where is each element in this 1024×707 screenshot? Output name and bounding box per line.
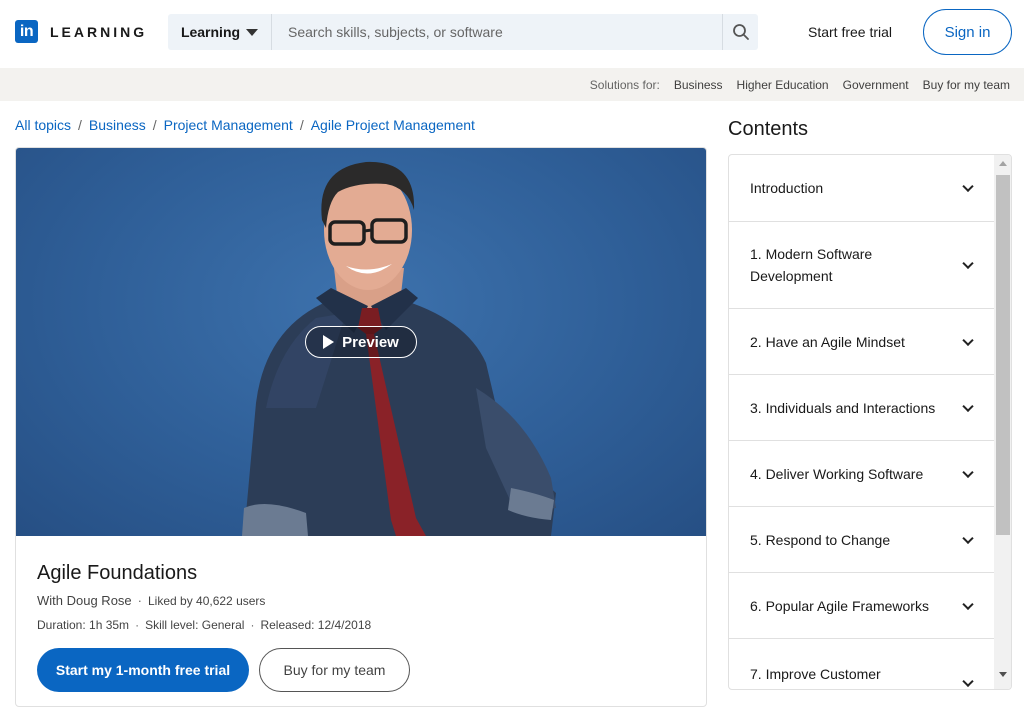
chapter-item-7[interactable]: 7. Improve Customer — [729, 639, 994, 689]
course-release-date: Released: 12/4/2018 — [260, 618, 372, 632]
course-card: Preview Agile Foundations With Doug Rose… — [15, 147, 707, 707]
chapter-label: 6. Popular Agile Frameworks — [750, 597, 929, 614]
chapter-label: 5. Respond to Change — [750, 531, 891, 548]
top-header: in LEARNING Learning Start free trial Si… — [0, 0, 1024, 68]
chapter-label: 7. Improve Customer — [750, 666, 881, 682]
course-duration: Duration: 1h 35m — [37, 618, 130, 632]
chapter-item-3[interactable]: 3. Individuals and Interactions — [729, 375, 994, 441]
breadcrumb-business[interactable]: Business — [89, 117, 146, 133]
preview-button[interactable]: Preview — [305, 326, 417, 358]
scroll-down-arrow-icon[interactable] — [999, 672, 1007, 677]
course-author: With Doug Rose — [37, 593, 132, 608]
linkedin-icon: in — [15, 20, 38, 43]
breadcrumb-all-topics[interactable]: All topics — [15, 117, 71, 133]
chevron-down-icon — [962, 466, 974, 478]
chapter-label: 2. Have an Agile Mindset — [750, 333, 905, 350]
contents-panel: Introduction 1. Modern Software Developm… — [728, 154, 1012, 690]
chevron-down-icon — [962, 400, 974, 412]
search-button[interactable] — [722, 14, 758, 50]
course-likes: Liked by 40,622 users — [148, 594, 266, 608]
chapter-label: 1. Modern Software Development — [750, 246, 873, 284]
start-free-trial-link[interactable]: Start free trial — [808, 24, 892, 40]
chevron-down-icon — [962, 675, 974, 688]
breadcrumb-agile-project-management[interactable]: Agile Project Management — [311, 117, 475, 133]
chevron-down-icon — [962, 334, 974, 346]
solutions-item-business[interactable]: Business — [674, 78, 723, 92]
solutions-item-government[interactable]: Government — [843, 78, 909, 92]
breadcrumb-separator: / — [78, 117, 82, 133]
buy-for-team-button[interactable]: Buy for my team — [259, 648, 410, 692]
solutions-item-higher-education[interactable]: Higher Education — [737, 78, 829, 92]
search-input[interactable] — [272, 14, 722, 50]
chapter-item-6[interactable]: 6. Popular Agile Frameworks — [729, 573, 994, 639]
chevron-down-icon — [962, 180, 974, 193]
search-scope-label: Learning — [180, 24, 241, 40]
chevron-down-icon — [962, 257, 974, 270]
solutions-nav: Solutions for: Business Higher Education… — [0, 68, 1024, 101]
contents-scrollbar[interactable] — [994, 155, 1011, 689]
chevron-down-icon — [962, 598, 974, 610]
search-icon — [732, 24, 749, 40]
logo-wordmark: LEARNING — [50, 23, 148, 40]
caret-down-icon — [246, 28, 259, 36]
solutions-label: Solutions for: — [589, 77, 660, 92]
search-bar: Learning — [168, 14, 758, 50]
breadcrumb-separator: / — [299, 117, 304, 133]
preview-label: Preview — [342, 333, 399, 351]
chapter-label: 4. Deliver Working Software — [750, 465, 924, 482]
course-author-line: With Doug Rose · Liked by 40,622 users — [37, 593, 266, 608]
sign-in-button[interactable]: Sign in — [923, 9, 1012, 55]
course-details-line: Duration: 1h 35m · Skill level: General · Re… — [37, 618, 372, 632]
chapter-label: 3. Individuals and Interactions — [750, 399, 936, 416]
chapter-item-5[interactable]: 5. Respond to Change — [729, 507, 994, 573]
course-preview-video[interactable]: Preview — [16, 148, 706, 536]
linkedin-learning-logo[interactable]: in LEARNING — [15, 20, 147, 43]
breadcrumb-separator: / — [152, 117, 157, 133]
breadcrumb: All topics / Business / Project Manageme… — [15, 117, 475, 133]
chapter-item-2[interactable]: 2. Have an Agile Mindset — [729, 309, 994, 375]
search-scope-dropdown[interactable]: Learning — [168, 14, 272, 50]
course-title: Agile Foundations — [37, 562, 198, 584]
chapter-item-introduction[interactable]: Introduction — [729, 155, 994, 222]
play-icon — [323, 335, 335, 349]
chapter-item-1[interactable]: 1. Modern Software Development — [729, 222, 994, 309]
course-skill-level: Skill level: General — [145, 618, 245, 632]
scroll-up-arrow-icon[interactable] — [999, 161, 1007, 166]
chevron-down-icon — [962, 532, 974, 544]
contents-heading: Contents — [728, 118, 809, 140]
chapter-item-4[interactable]: 4. Deliver Working Software — [729, 441, 994, 507]
scrollbar-thumb[interactable] — [996, 175, 1010, 535]
chapter-label: Introduction — [750, 180, 824, 196]
breadcrumb-project-management[interactable]: Project Management — [164, 117, 293, 133]
solutions-item-buy-for-team[interactable]: Buy for my team — [923, 78, 1010, 92]
start-trial-button[interactable]: Start my 1-month free trial — [37, 648, 249, 692]
